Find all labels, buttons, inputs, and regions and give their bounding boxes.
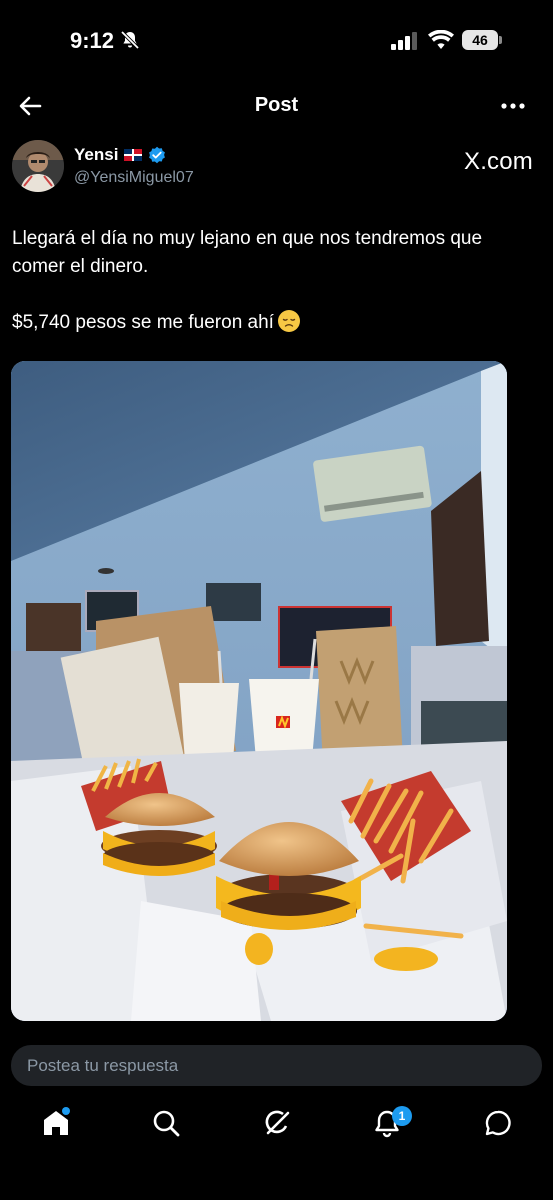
cellular-signal-icon	[391, 32, 417, 50]
reply-input[interactable]: Postea tu respuesta	[11, 1045, 542, 1086]
watermark: X.com	[463, 148, 533, 175]
fast-food-photo-icon	[11, 361, 507, 1021]
disappointed-face-icon	[277, 310, 300, 332]
battery-indicator: 46	[462, 30, 502, 50]
page-title: Post	[254, 94, 299, 116]
bottom-nav	[0, 1098, 553, 1158]
post-photo[interactable]	[11, 361, 507, 1021]
verified-badge-icon	[149, 146, 166, 164]
post-text-line2: $5,740 pesos se me fueron ahí	[12, 309, 532, 337]
reply-placeholder: Postea tu respuesta	[27, 1055, 179, 1075]
grok-icon[interactable]	[262, 1108, 292, 1138]
battery-tip	[499, 36, 502, 44]
battery-level: 46	[462, 30, 498, 50]
status-bar: 9:12 46	[0, 0, 553, 84]
more-options-icon[interactable]	[496, 90, 530, 122]
author-handle[interactable]: @YensiMiguel07	[74, 169, 194, 187]
post-text-line1: Llegará el día no muy lejano en que nos …	[12, 228, 483, 277]
post-header: Post	[0, 84, 553, 128]
messages-icon[interactable]	[483, 1108, 513, 1138]
wifi-icon	[428, 30, 454, 49]
notification-badge: 1	[392, 1106, 412, 1126]
home-new-dot	[62, 1107, 70, 1115]
author-name-row: Yensi	[74, 145, 166, 165]
status-time: 9:12	[70, 28, 115, 53]
post-text-price: $5,740 pesos se me fueron ahí	[12, 312, 274, 333]
dominican-republic-flag-icon	[124, 149, 143, 161]
search-icon[interactable]	[151, 1108, 181, 1138]
bell-off-icon	[120, 30, 140, 50]
post-body: Llegará el día no muy lejano en que nos …	[12, 225, 532, 337]
avatar[interactable]	[12, 140, 64, 192]
author-name[interactable]: Yensi	[74, 145, 118, 165]
